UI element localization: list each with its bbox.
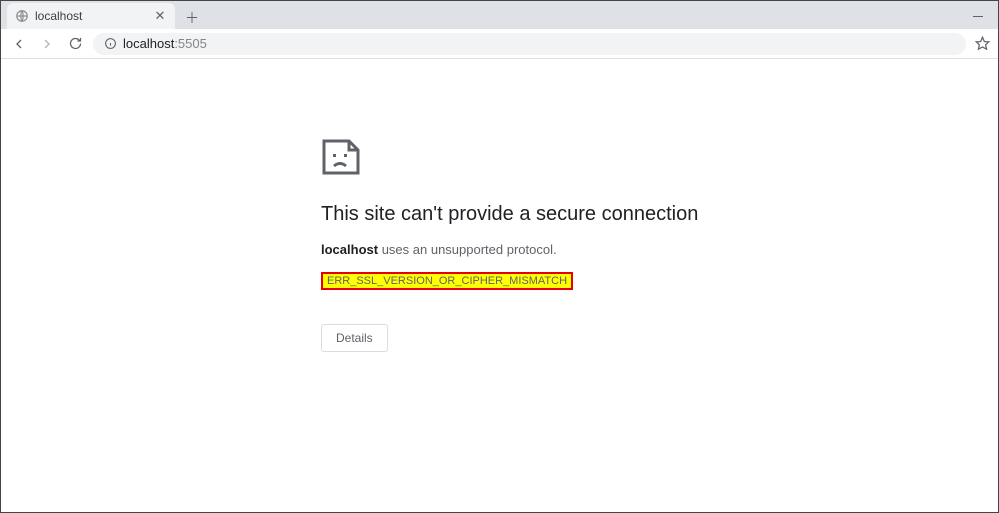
info-icon [103,37,117,51]
address-text: localhost:5505 [123,36,207,51]
error-code: ERR_SSL_VERSION_OR_CIPHER_MISMATCH [321,272,573,290]
globe-icon [15,9,29,23]
error-title: This site can't provide a secure connect… [321,203,751,226]
close-icon[interactable]: ✕ [153,9,167,23]
details-button[interactable]: Details [321,324,388,352]
tab-title: localhost [35,9,153,23]
error-subtext: localhost uses an unsupported protocol. [321,242,751,257]
address-bar[interactable]: localhost:5505 [93,33,966,55]
error-container: This site can't provide a secure connect… [321,139,751,352]
new-tab-button[interactable]: ＋ [181,7,203,29]
tab-strip: localhost ✕ ＋ [1,1,998,29]
toolbar: localhost:5505 [1,29,998,59]
reload-button[interactable] [65,34,85,54]
sad-page-icon [321,139,361,175]
bookmark-star-icon[interactable] [974,36,990,52]
window-minimize-button[interactable] [972,5,984,17]
page-content: This site can't provide a secure connect… [1,59,998,512]
forward-button[interactable] [37,34,57,54]
browser-tab[interactable]: localhost ✕ [7,3,175,29]
back-button[interactable] [9,34,29,54]
